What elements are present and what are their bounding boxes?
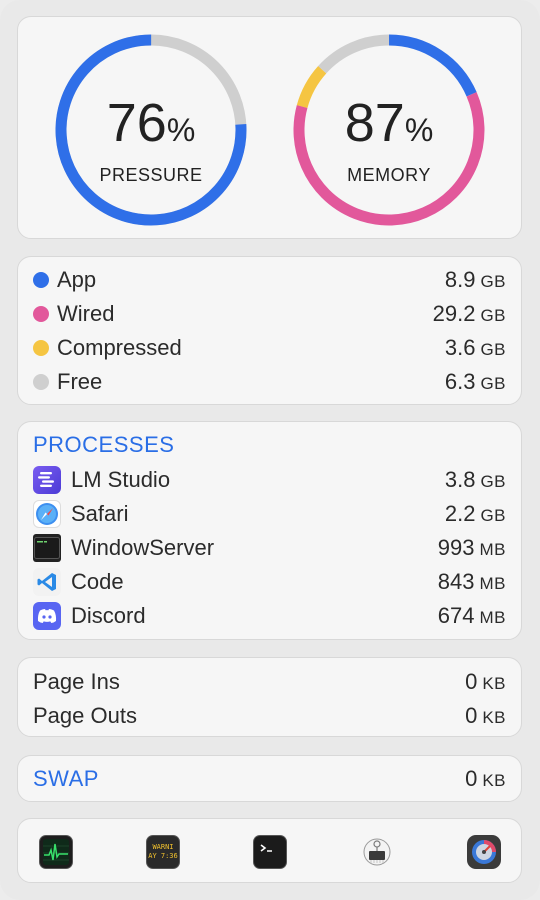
page-ins-number: 0 xyxy=(465,669,478,694)
system-information-icon[interactable] xyxy=(360,835,394,869)
legend-value: 29.2 GB xyxy=(433,301,506,327)
legend-unit: GB xyxy=(480,340,506,359)
memory-panel: 76% PRESSURE 87% MEMORY App 8.9 GB Wired … xyxy=(0,0,540,900)
legend-unit: GB xyxy=(480,306,506,325)
swap-number: 0 xyxy=(465,766,478,791)
process-number: 3.8 xyxy=(444,467,476,492)
process-number: 843 xyxy=(437,569,475,594)
pressure-label: PRESSURE xyxy=(99,165,203,185)
legend-label: App xyxy=(57,267,97,292)
pressure-gauge: 76% PRESSURE xyxy=(53,32,249,228)
page-outs-unit: KB xyxy=(482,708,506,727)
process-memory: 843 MB xyxy=(438,569,506,595)
legend-label: Wired xyxy=(57,301,115,326)
activity-monitor-icon[interactable] xyxy=(39,835,73,869)
page-ins-label: Page Ins xyxy=(33,669,120,694)
legend-row-free: Free 6.3 GB xyxy=(33,367,506,397)
process-name: Safari xyxy=(71,501,129,526)
safari-icon xyxy=(33,500,61,528)
pressure-value: 76% xyxy=(53,96,249,157)
swap-title: SWAP xyxy=(33,766,99,791)
terminal-icon[interactable] xyxy=(253,835,287,869)
memory-gauge: 87% MEMORY xyxy=(291,32,487,228)
terminal-window-icon xyxy=(33,534,61,562)
page-outs-label: Page Outs xyxy=(33,703,137,728)
process-memory: 2.2 GB xyxy=(445,501,506,527)
process-row-discord[interactable]: Discord 674 MB xyxy=(33,601,506,631)
legend-label: Free xyxy=(57,369,103,394)
legend-number: 3.6 xyxy=(444,335,476,360)
console-icon[interactable]: WARNI AY 7:36 xyxy=(146,835,180,869)
page-outs-value: 0 KB xyxy=(465,703,506,729)
legend-unit: GB xyxy=(480,374,506,393)
legend-number: 29.2 xyxy=(432,301,476,326)
swap-value: 0 KB xyxy=(465,766,506,792)
process-name: LM Studio xyxy=(71,467,171,492)
console-text-2: AY 7:36 xyxy=(148,852,178,860)
processes-card: PROCESSES LM Studio 3.8 GB Safari 2.2 GB W… xyxy=(17,421,522,640)
console-text-1: WARNI xyxy=(152,843,174,851)
memory-label: MEMORY xyxy=(347,165,431,185)
wired-color-dot xyxy=(33,306,49,322)
process-unit: MB xyxy=(479,608,506,627)
paging-card: Page Ins 0 KB Page Outs 0 KB xyxy=(17,657,522,737)
free-color-dot xyxy=(33,374,49,390)
memory-breakdown-card: App 8.9 GB Wired 29.2 GB Compressed 3.6 GB … xyxy=(17,256,522,405)
process-name: WindowServer xyxy=(71,535,215,560)
compressed-color-dot xyxy=(33,340,49,356)
legend-row-wired: Wired 29.2 GB xyxy=(33,299,506,329)
app-shortcuts-bar: WARNI AY 7:36 xyxy=(17,818,522,883)
legend-unit: GB xyxy=(480,272,506,291)
lm-studio-icon xyxy=(33,466,61,494)
process-row-lm-studio[interactable]: LM Studio 3.8 GB xyxy=(33,465,506,495)
process-name: Discord xyxy=(71,603,146,628)
legend-label: Compressed xyxy=(57,335,182,360)
page-outs-number: 0 xyxy=(465,703,478,728)
gauges-card: 76% PRESSURE 87% MEMORY xyxy=(17,16,522,239)
page-ins-row: Page Ins 0 KB xyxy=(33,667,506,697)
legend-value: 8.9 GB xyxy=(445,267,506,293)
vscode-icon xyxy=(33,568,61,596)
legend-row-app: App 8.9 GB xyxy=(33,265,506,295)
legend-number: 8.9 xyxy=(444,267,476,292)
legend-value: 6.3 GB xyxy=(445,369,506,395)
process-unit: GB xyxy=(480,472,506,491)
process-name: Code xyxy=(71,569,124,594)
process-unit: MB xyxy=(479,574,506,593)
page-ins-value: 0 KB xyxy=(465,669,506,695)
process-row-safari[interactable]: Safari 2.2 GB xyxy=(33,499,506,529)
swap-card: SWAP 0 KB xyxy=(17,755,522,802)
legend-value: 3.6 GB xyxy=(445,335,506,361)
pressure-unit: % xyxy=(166,112,196,148)
process-row-code[interactable]: Code 843 MB xyxy=(33,567,506,597)
swap-row[interactable]: SWAP 0 KB xyxy=(33,764,506,794)
page-ins-unit: KB xyxy=(482,674,506,693)
app-color-dot xyxy=(33,272,49,288)
process-memory: 3.8 GB xyxy=(445,467,506,493)
memory-value: 87% xyxy=(291,96,487,157)
disk-utility-icon[interactable] xyxy=(467,835,501,869)
process-number: 2.2 xyxy=(444,501,476,526)
process-unit: MB xyxy=(479,540,506,559)
legend-row-compressed: Compressed 3.6 GB xyxy=(33,333,506,363)
process-memory: 993 MB xyxy=(438,535,506,561)
page-outs-row: Page Outs 0 KB xyxy=(33,701,506,731)
process-row-windowserver[interactable]: WindowServer 993 MB xyxy=(33,533,506,563)
pressure-number: 76 xyxy=(106,93,167,153)
process-unit: GB xyxy=(480,506,506,525)
memory-number: 87 xyxy=(344,93,405,153)
process-number: 674 xyxy=(437,603,475,628)
processes-title[interactable]: PROCESSES xyxy=(33,432,174,458)
memory-unit: % xyxy=(404,112,434,148)
process-memory: 674 MB xyxy=(438,603,506,629)
legend-number: 6.3 xyxy=(444,369,476,394)
process-number: 993 xyxy=(437,535,475,560)
discord-icon xyxy=(33,602,61,630)
swap-unit: KB xyxy=(482,771,506,790)
